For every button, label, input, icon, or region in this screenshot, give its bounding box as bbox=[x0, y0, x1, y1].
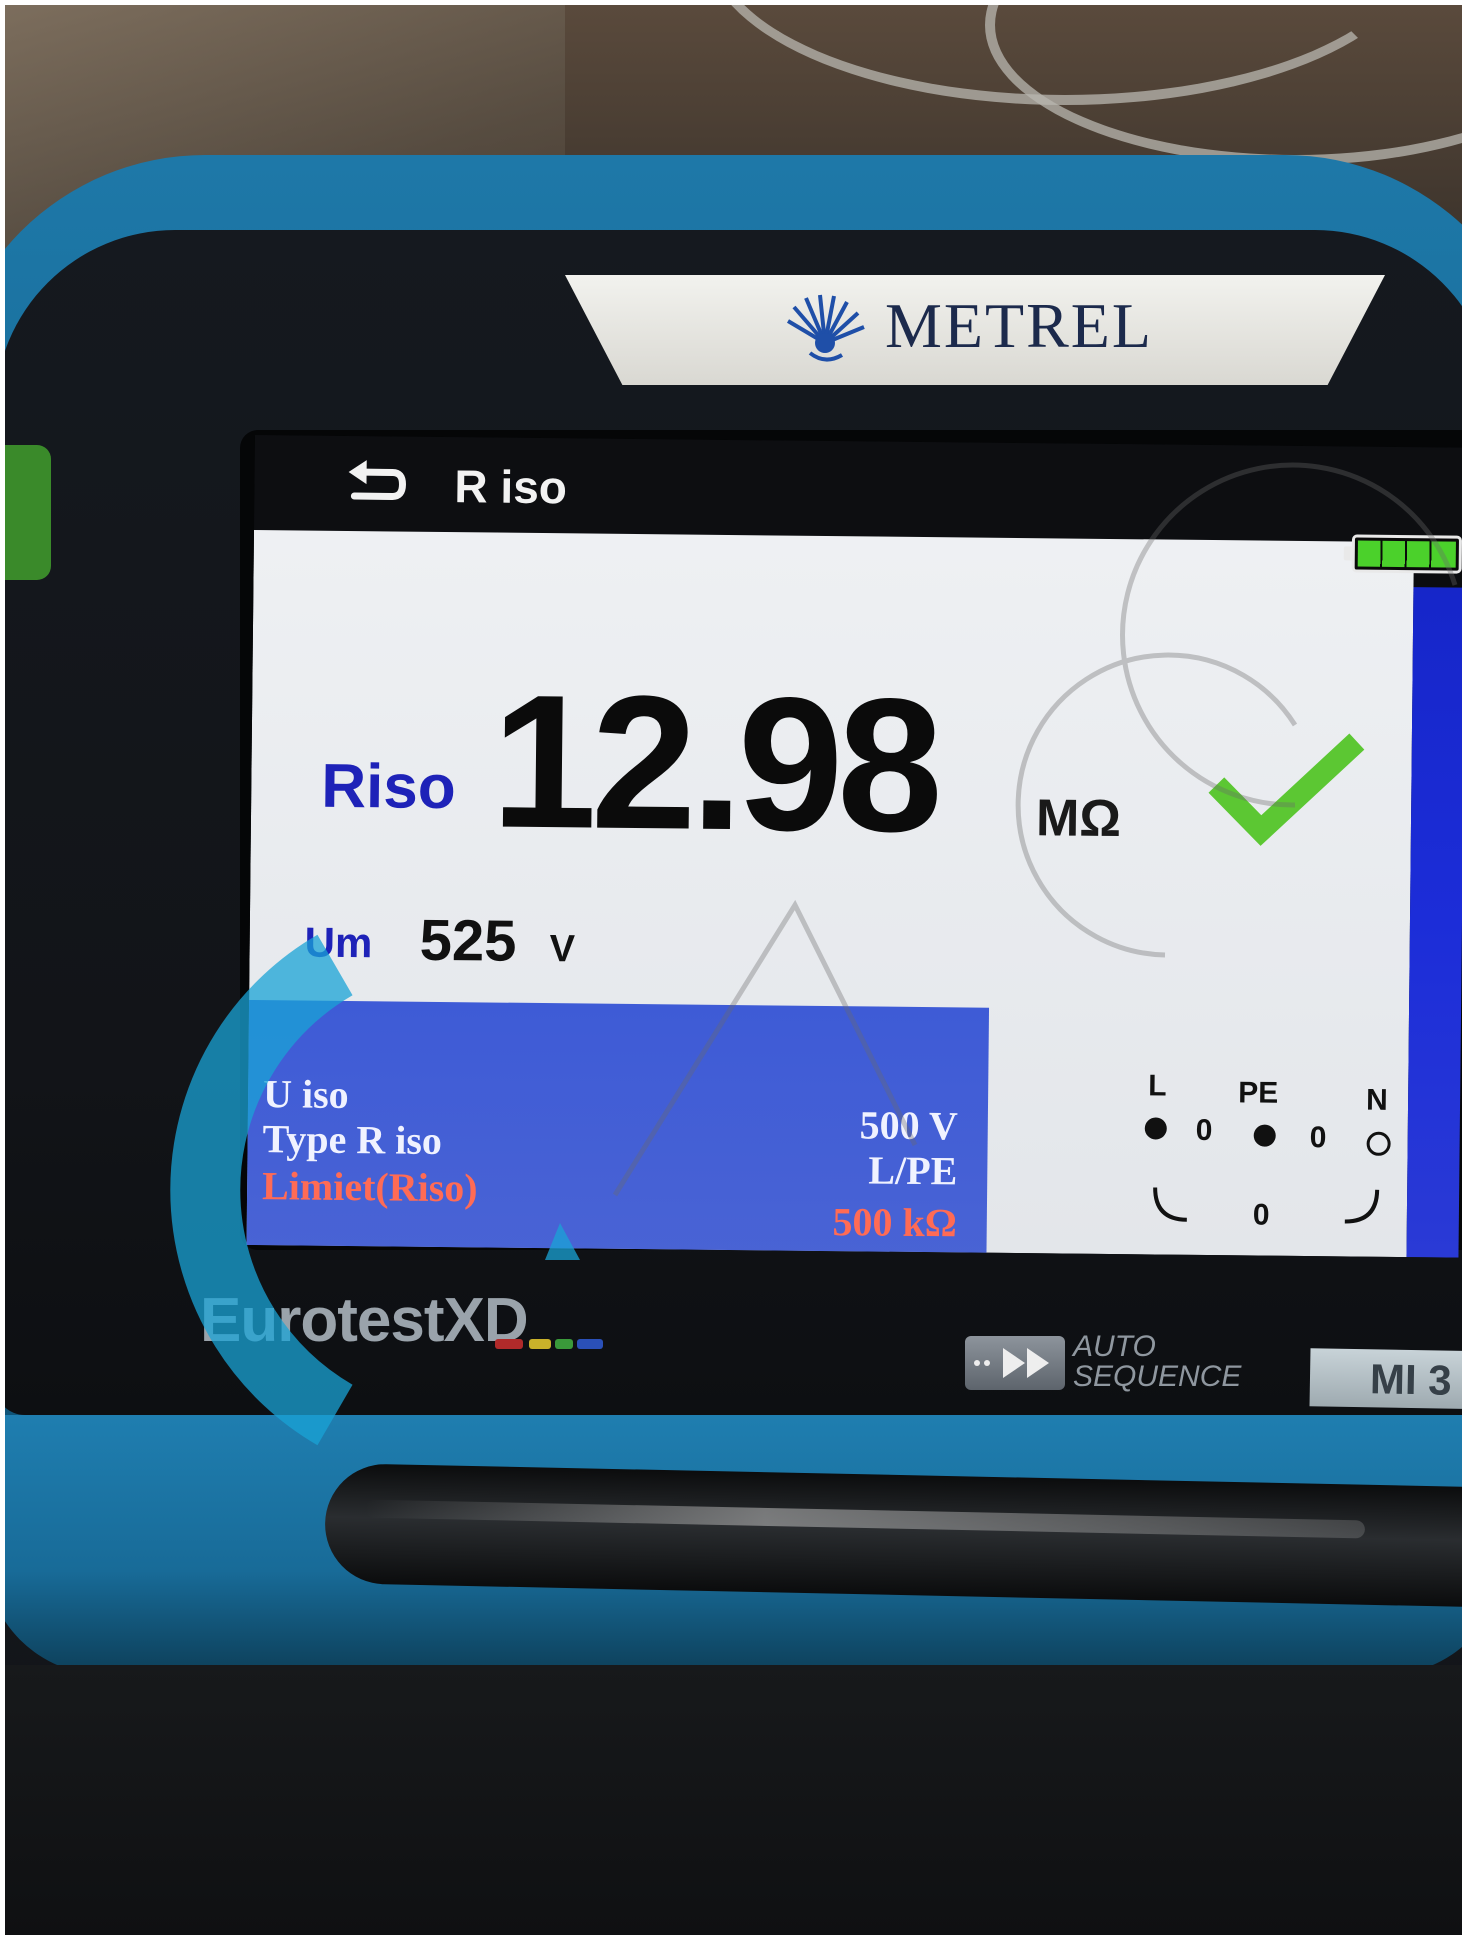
side-softkey-strip[interactable] bbox=[1406, 587, 1462, 1258]
table-surface bbox=[5, 1665, 1462, 1935]
param-name-uiso: U iso bbox=[262, 1071, 349, 1118]
background-cable bbox=[985, 5, 1462, 165]
terminal-l-connector bbox=[1144, 1117, 1167, 1140]
title-bar: R iso bbox=[254, 435, 1462, 543]
instrument-screen: R iso Riso 12.98 MΩ Um 525 V U iso Type … bbox=[246, 435, 1462, 1258]
model-name: EurotestXD bbox=[200, 1286, 529, 1355]
param-name-limit: Limiet(Riso) bbox=[261, 1163, 478, 1211]
battery-level-fill bbox=[1357, 540, 1456, 568]
battery-icon bbox=[1343, 534, 1462, 574]
terminal-value-pe-n: 0 bbox=[1309, 1121, 1327, 1155]
param-value-uiso: 500 V bbox=[859, 1102, 959, 1149]
result-unit: MΩ bbox=[1035, 789, 1122, 849]
metrel-logo-icon bbox=[786, 294, 865, 362]
back-arrow-icon[interactable] bbox=[344, 456, 409, 511]
terminal-pe-connector bbox=[1253, 1124, 1276, 1147]
terminal-value-l-n: 0 bbox=[1252, 1198, 1270, 1232]
terminal-status: L PE N 0 0 0 bbox=[1126, 1069, 1408, 1257]
measured-voltage-unit: V bbox=[549, 928, 576, 971]
color-dots bbox=[495, 1339, 603, 1349]
terminal-label-pe: PE bbox=[1237, 1076, 1279, 1110]
result-area: Riso 12.98 MΩ Um 525 V U iso Type R iso … bbox=[246, 529, 1414, 1258]
auto-sequence-label: AUTO SEQUENCE bbox=[1073, 1330, 1242, 1393]
model-number: MI 3 bbox=[1369, 1355, 1453, 1404]
terminal-label-n: N bbox=[1365, 1083, 1388, 1117]
result-label: Riso bbox=[320, 751, 457, 823]
terminal-label-l: L bbox=[1148, 1069, 1167, 1103]
screen-title: R iso bbox=[454, 460, 568, 514]
status-led bbox=[5, 445, 51, 580]
model-plate: MI 3 bbox=[1309, 1348, 1462, 1410]
terminal-value-l-pe: 0 bbox=[1195, 1113, 1213, 1148]
device-photo: METREL R iso Riso 12.98 MΩ Um 525 V U is… bbox=[5, 5, 1462, 1935]
check-icon bbox=[1208, 733, 1365, 846]
terminal-n-connector bbox=[1366, 1131, 1391, 1156]
result-value: 12.98 bbox=[490, 655, 939, 873]
brand-badge: METREL bbox=[565, 275, 1385, 385]
measured-voltage-value: 525 bbox=[419, 907, 517, 974]
measured-voltage-label: Um bbox=[304, 918, 373, 967]
fast-forward-icon bbox=[974, 1348, 1049, 1378]
brand-logo-text: METREL bbox=[885, 290, 1153, 361]
param-value-type: L/PE bbox=[868, 1147, 958, 1194]
auto-sequence-key[interactable] bbox=[965, 1336, 1065, 1390]
param-value-limit: 500 kΩ bbox=[832, 1199, 958, 1246]
param-name-type: Type R iso bbox=[262, 1116, 443, 1163]
auto-sequence-button[interactable]: AUTO SEQUENCE bbox=[965, 1330, 1241, 1410]
parameters-panel[interactable]: U iso Type R iso Limiet(Riso) 500 V L/PE… bbox=[246, 999, 990, 1258]
